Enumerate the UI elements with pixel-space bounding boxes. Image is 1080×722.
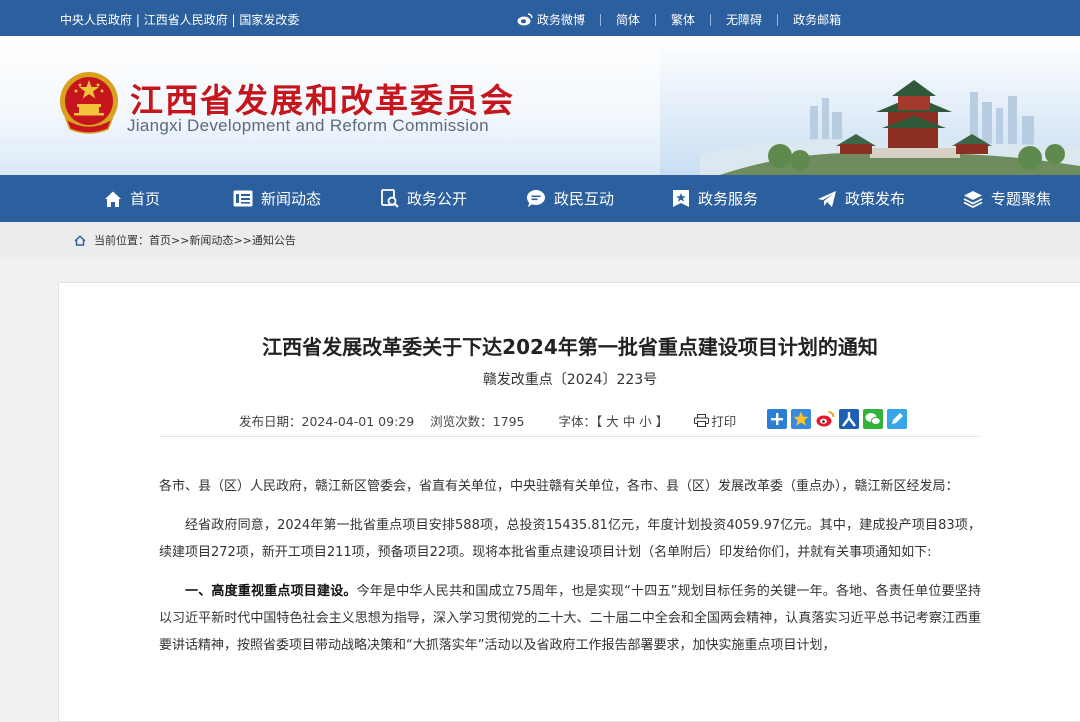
nav-interaction[interactable]: 政民互动 xyxy=(526,188,614,209)
font-medium-button[interactable]: 中 xyxy=(623,414,636,429)
nav-services[interactable]: 政务服务 xyxy=(672,188,758,209)
site-header: 江西省发展和改革委员会 Jiangxi Development and Refo… xyxy=(0,36,1080,175)
home-small-icon xyxy=(74,234,86,246)
share-wechat-icon[interactable] xyxy=(863,409,883,429)
breadcrumb-news[interactable]: 新闻动态 xyxy=(189,232,233,248)
breadcrumb: 当前位置： 首页 >> 新闻动态 >> 通知公告 xyxy=(0,222,1080,257)
view-count: 浏览次数：1795 xyxy=(430,414,525,429)
share-renren-icon[interactable] xyxy=(839,409,859,429)
weibo-link[interactable]: 政务微博 xyxy=(502,11,600,28)
salutation-paragraph: 各市、县（区）人民政府，赣江新区管委会，省直有关单位，中央驻赣有关单位，各市、县… xyxy=(159,479,959,494)
share-edit-icon[interactable] xyxy=(887,409,907,429)
national-emblem-icon[interactable] xyxy=(58,71,120,137)
nav-label: 新闻动态 xyxy=(261,190,322,208)
share-buttons xyxy=(767,409,911,429)
nav-label: 政务服务 xyxy=(698,190,759,208)
nav-label: 政策发布 xyxy=(845,190,906,208)
site-title: 江西省发展和改革委员会 xyxy=(130,81,515,120)
top-bar: 中央人民政府 | 江西省人民政府 | 国家发改委 政务微博 简体 繁体 无障碍 … xyxy=(0,0,1080,36)
link-jiangxi-gov[interactable]: 江西省人民政府 xyxy=(144,13,228,27)
share-weibo-icon[interactable] xyxy=(815,409,835,429)
article-meta: 发布日期：2024-04-01 09:29 浏览次数：1795 字体：【 大 中… xyxy=(239,411,736,430)
nav-policy[interactable]: 政策发布 xyxy=(817,188,905,209)
nav-label: 专题聚焦 xyxy=(991,190,1052,208)
utility-links: 政务微博 简体 繁体 无障碍 政务邮箱 xyxy=(502,11,856,28)
breadcrumb-current[interactable]: 通知公告 xyxy=(252,232,296,248)
paper-plane-icon xyxy=(818,190,836,207)
share-qzone-icon[interactable] xyxy=(791,409,811,429)
news-icon xyxy=(233,190,253,207)
weibo-label: 政务微博 xyxy=(537,13,586,27)
body-paragraph: 经省政府同意，2024年第一批省重点项目安排588项，总投资15435.81亿元… xyxy=(159,518,981,560)
divider xyxy=(159,436,979,437)
link-central-gov[interactable]: 中央人民政府 xyxy=(60,13,132,27)
link-ndrc[interactable]: 国家发改委 xyxy=(239,13,299,27)
nav-gov-affairs[interactable]: 政务公开 xyxy=(381,188,467,209)
nav-news[interactable]: 新闻动态 xyxy=(233,188,321,209)
font-large-button[interactable]: 大 xyxy=(606,414,619,429)
mail-link[interactable]: 政务邮箱 xyxy=(778,11,856,28)
breadcrumb-prefix: 当前位置： xyxy=(94,234,149,247)
section-heading: 一、高度重视重点项目建设。 xyxy=(185,584,357,599)
body-paragraph: 一、高度重视重点项目建设。今年是中华人民共和国成立75周年，也是实现“十四五”规… xyxy=(159,584,981,653)
nav-label: 政民互动 xyxy=(554,190,615,208)
traditional-link[interactable]: 繁体 xyxy=(656,11,710,28)
main-nav: 首页 新闻动态 政务公开 政民互动 政务服务 政策发布 专题聚焦 xyxy=(0,175,1080,222)
document-number: 赣发改重点〔2024〕223号 xyxy=(482,372,658,388)
tengwang-pavilion-banner xyxy=(660,36,1080,175)
print-button[interactable]: 打印 xyxy=(694,411,736,430)
site-subtitle: Jiangxi Development and Reform Commissio… xyxy=(127,116,489,135)
search-doc-icon xyxy=(381,189,399,208)
home-icon xyxy=(105,191,121,207)
external-links: 中央人民政府 | 江西省人民政府 | 国家发改委 xyxy=(60,13,300,27)
font-small-button[interactable]: 小 xyxy=(639,414,652,429)
nav-label: 政务公开 xyxy=(407,190,468,208)
publish-date: 发布日期：2024-04-01 09:29 xyxy=(239,414,415,429)
accessibility-link[interactable]: 无障碍 xyxy=(711,11,777,28)
star-badge-icon xyxy=(673,190,689,207)
printer-icon xyxy=(694,414,710,427)
nav-label: 首页 xyxy=(130,190,161,208)
font-size-switch: 字体：【 大 中 小 】 xyxy=(558,414,669,429)
article-card: 江西省发展改革委关于下达2024年第一批省重点建设项目计划的通知 赣发改重点〔2… xyxy=(58,282,1080,722)
breadcrumb-home[interactable]: 首页 xyxy=(149,232,171,248)
share-more-icon[interactable] xyxy=(767,409,787,429)
chat-icon xyxy=(527,190,545,207)
layers-icon xyxy=(963,190,983,208)
article-body: 各市、县（区）人民政府，赣江新区管委会，省直有关单位，中央驻赣有关单位，各市、县… xyxy=(159,473,981,671)
nav-topics[interactable]: 专题聚焦 xyxy=(963,188,1051,209)
article-title: 江西省发展改革委关于下达2024年第一批省重点建设项目计划的通知 xyxy=(262,335,878,359)
nav-home[interactable]: 首页 xyxy=(104,188,160,209)
weibo-icon xyxy=(517,13,533,26)
simplified-link[interactable]: 简体 xyxy=(601,11,655,28)
